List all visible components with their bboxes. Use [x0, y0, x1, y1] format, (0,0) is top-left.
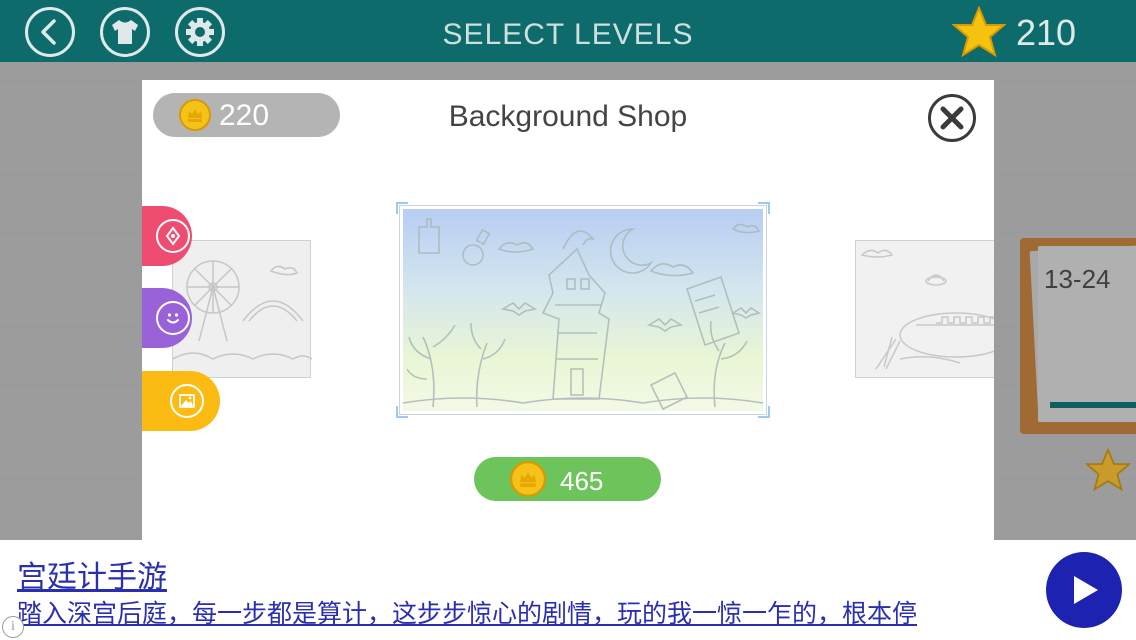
smiley-icon: [156, 301, 190, 335]
selection-corner: [396, 406, 408, 418]
witch-tower-illustration: [402, 218, 764, 411]
star-total: 210: [1016, 12, 1077, 53]
background-preview-previous[interactable]: [172, 240, 313, 378]
ad-info-icon[interactable]: i: [2, 616, 24, 638]
coin-icon: [510, 461, 546, 497]
background-preview-next[interactable]: [855, 240, 994, 378]
category-tab-background[interactable]: [142, 371, 220, 431]
ad-play-button[interactable]: [1046, 552, 1122, 628]
dialog-title: Background Shop: [448, 100, 688, 133]
level-range-label: 13-24: [1044, 264, 1111, 294]
close-button[interactable]: [928, 94, 976, 142]
picnic-sketch: [860, 249, 994, 370]
ferris-wheel-sketch: [172, 260, 313, 360]
price-value: 465: [560, 466, 604, 496]
background-preview-selected[interactable]: [396, 202, 770, 418]
buy-button[interactable]: 465: [474, 457, 661, 501]
ad-banner[interactable]: 宫廷计手游 踏入深宫后庭，每一步都是算计，这步步惊心的剧情，玩的我一惊一乍的，根…: [0, 540, 1136, 640]
ad-description-link[interactable]: 踏入深宫后庭，每一步都是算计，这步步惊心的剧情，玩的我一惊一乍的，根本停: [17, 594, 1025, 630]
close-icon: [940, 106, 964, 130]
selection-corner: [758, 406, 770, 418]
selection-corner: [396, 202, 408, 214]
play-icon: [1074, 576, 1098, 604]
star-icon: [1085, 448, 1131, 492]
ad-title-link[interactable]: 宫廷计手游: [17, 552, 167, 596]
background-shop-dialog: 220 Background Shop 465: [142, 80, 994, 540]
top-bar: SELECT LEVELS 210: [0, 0, 1136, 62]
star-icon: [952, 6, 1006, 58]
selection-corner: [758, 202, 770, 214]
pen-nib-icon: [156, 219, 190, 253]
level-card[interactable]: 13-24: [1020, 238, 1136, 434]
level-progress-bar: [1050, 402, 1136, 408]
picture-icon: [170, 384, 204, 418]
